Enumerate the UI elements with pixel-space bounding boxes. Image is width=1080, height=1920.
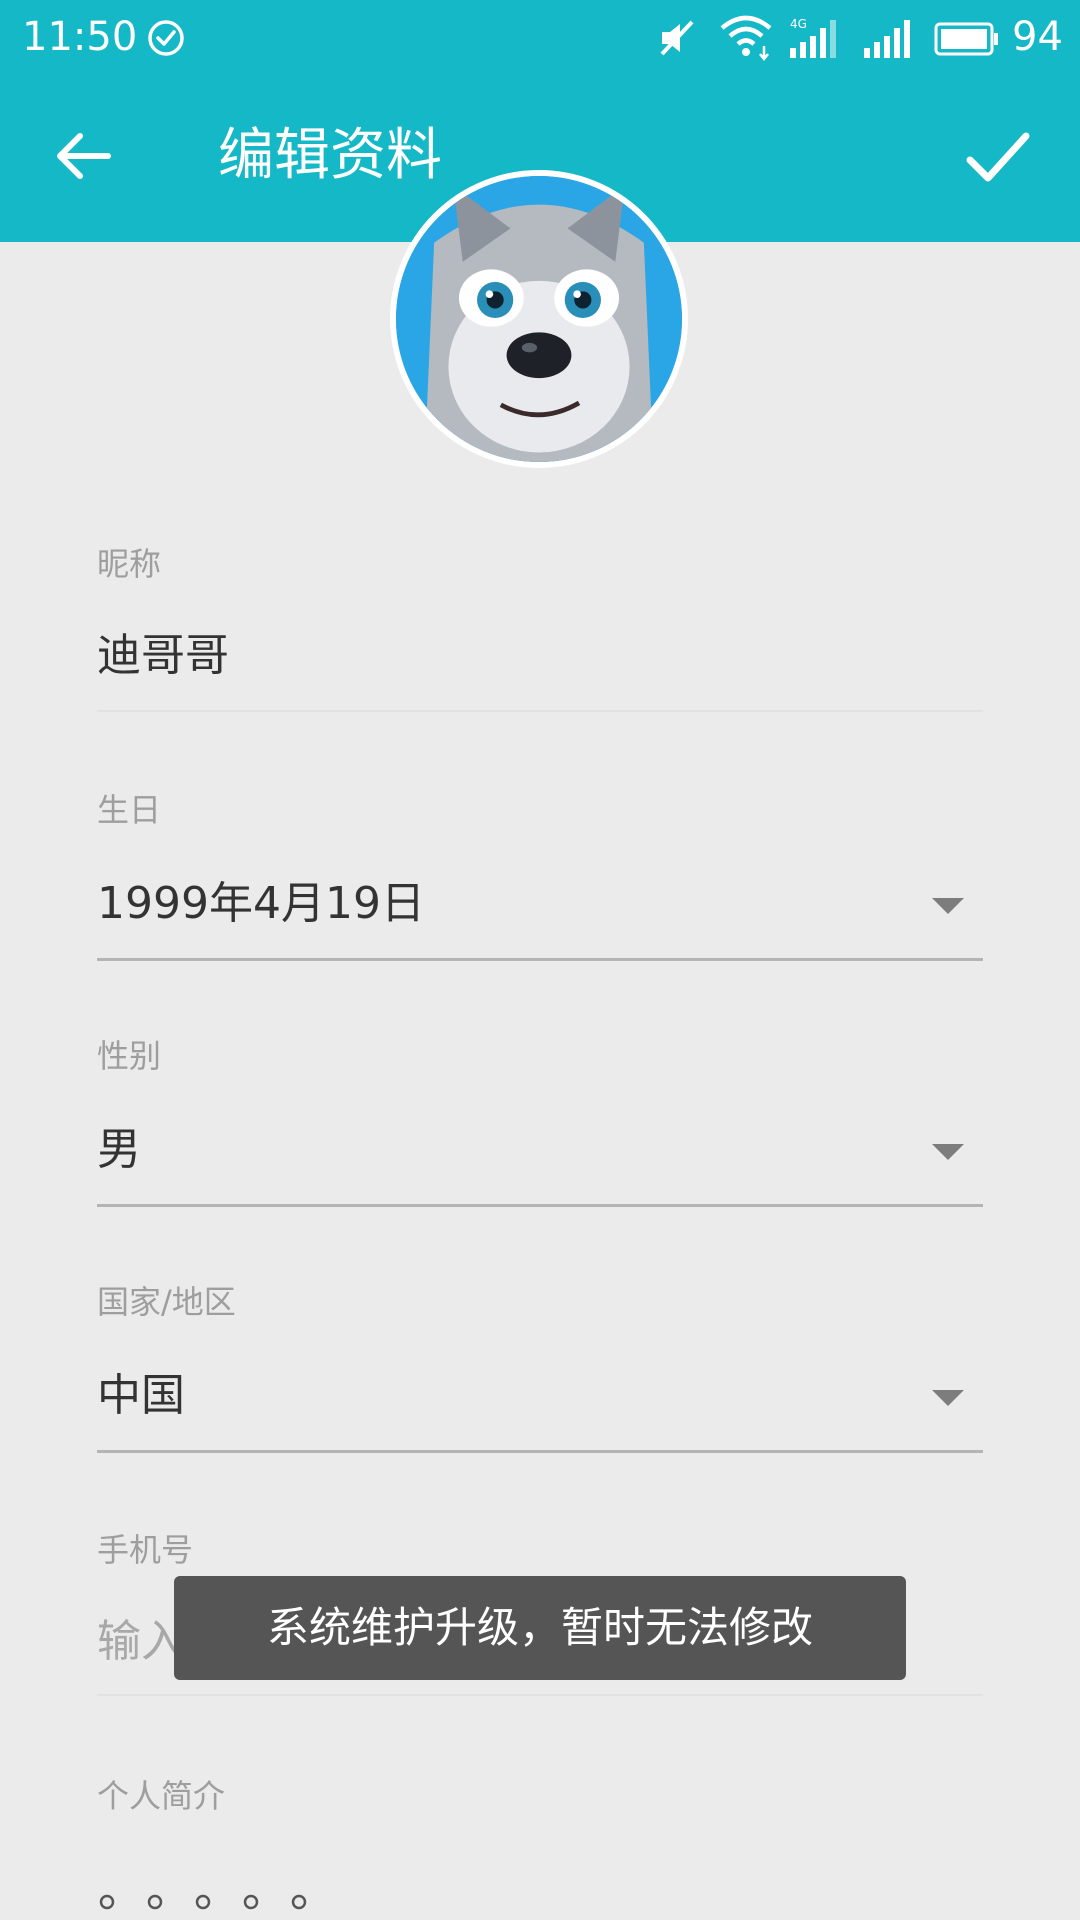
nickname-underline	[97, 710, 983, 712]
birthday-dropdown-arrow-icon[interactable]	[932, 898, 964, 914]
gender-dropdown-arrow-icon[interactable]	[932, 1144, 964, 1160]
signal-icon	[864, 20, 910, 58]
birthday-label: 生日	[97, 791, 162, 829]
region-dropdown-arrow-icon[interactable]	[932, 1390, 964, 1406]
avatar[interactable]	[390, 170, 688, 468]
birthday-select[interactable]: 1999年4月19日	[97, 876, 425, 932]
check-circle-icon	[148, 20, 184, 56]
birthday-underline	[97, 958, 983, 961]
bio-label: 个人简介	[97, 1777, 226, 1815]
region-select[interactable]: 中国	[97, 1368, 185, 1424]
confirm-check-icon[interactable]	[960, 120, 1036, 196]
husky-avatar-image	[396, 176, 682, 462]
phone-underline	[97, 1694, 983, 1696]
status-time: 11:50	[22, 14, 138, 60]
status-bar: 11:50 4G 94	[0, 0, 1080, 76]
edit-profile-screen: 11:50 4G 94 编辑资料 昵称 迪哥哥 生日 1999年4月19日 性别…	[0, 0, 1080, 1920]
wifi-icon	[720, 15, 772, 62]
network-type-label: 4G	[790, 17, 807, 31]
gender-label: 性别	[97, 1037, 162, 1075]
back-arrow-icon[interactable]	[40, 120, 130, 192]
battery-percent: 94	[1012, 14, 1063, 60]
region-label: 国家/地区	[97, 1283, 236, 1321]
nickname-input[interactable]: 迪哥哥	[97, 628, 229, 684]
phone-label: 手机号	[97, 1531, 194, 1569]
signal-4g-icon: 4G	[790, 17, 836, 58]
vibrate-mute-icon	[660, 20, 694, 56]
nickname-label: 昵称	[97, 545, 162, 583]
page-title: 编辑资料	[218, 123, 442, 188]
gender-underline	[97, 1204, 983, 1207]
gender-select[interactable]: 男	[97, 1122, 141, 1178]
region-underline	[97, 1450, 983, 1453]
battery-icon	[934, 22, 998, 56]
bio-loading-dots-icon	[99, 1894, 307, 1910]
toast-message: 系统维护升级，暂时无法修改	[174, 1576, 906, 1680]
